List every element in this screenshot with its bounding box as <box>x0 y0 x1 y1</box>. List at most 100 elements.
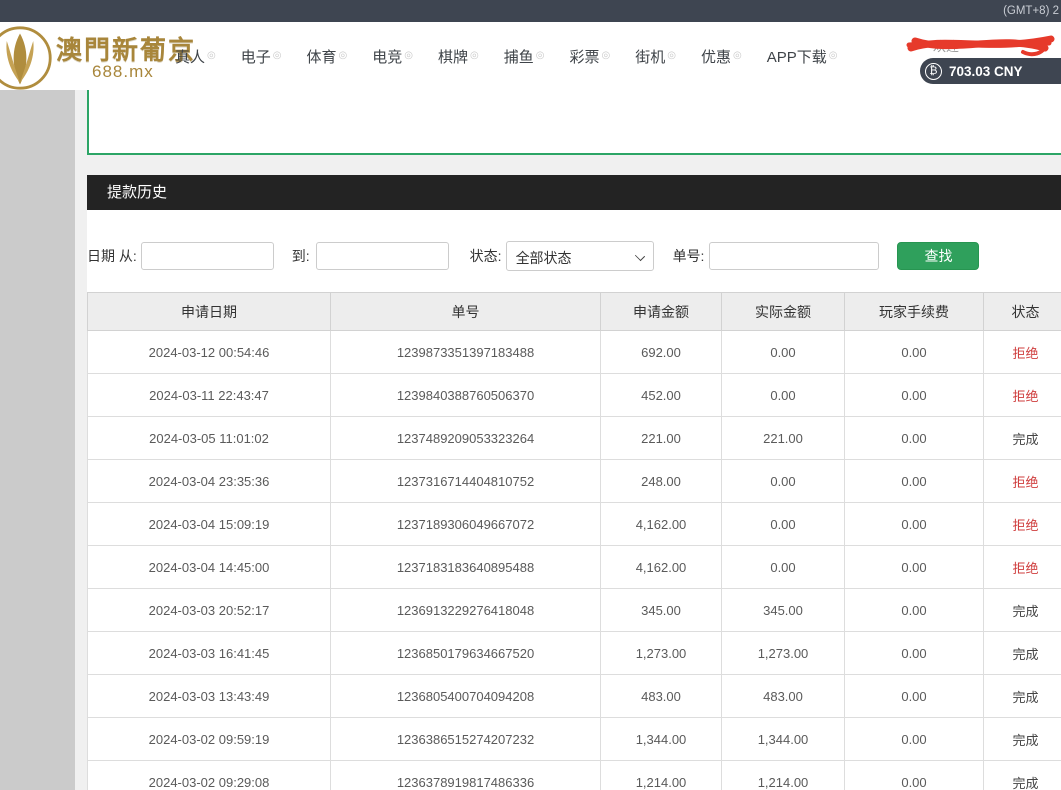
cell-player-fee: 0.00 <box>845 589 984 632</box>
cell-player-fee: 0.00 <box>845 460 984 503</box>
site-logo[interactable]: 澳門新葡京 688.mx <box>0 22 170 90</box>
nav-dropdown-circle-icon: ◎ <box>470 50 479 61</box>
balance-amount: 703.03 CNY <box>949 64 1023 79</box>
cell-actual-amount: 0.00 <box>722 331 845 374</box>
table-row: 2024-03-04 23:35:36 1237316714404810752 … <box>88 460 1061 503</box>
cell-actual-amount: 0.00 <box>722 503 845 546</box>
cell-date: 2024-03-05 11:01:02 <box>88 417 331 460</box>
cell-request-amount: 1,273.00 <box>601 632 722 675</box>
nav-item[interactable]: 街机◎ <box>635 46 676 67</box>
cell-order-no: 1236850179634667520 <box>331 632 601 675</box>
top-bar: (GMT+8) 2 <box>0 0 1061 22</box>
cell-status: 拒绝 <box>984 503 1061 546</box>
balance-pill[interactable]: ₿ 703.03 CNY <box>920 58 1061 84</box>
cell-order-no: 1239840388760506370 <box>331 374 601 417</box>
table-header-cell: 实际金额 <box>722 293 845 331</box>
nav-item[interactable]: 捕鱼◎ <box>504 46 545 67</box>
cell-player-fee: 0.00 <box>845 546 984 589</box>
cell-actual-amount: 483.00 <box>722 675 845 718</box>
cell-request-amount: 345.00 <box>601 589 722 632</box>
cell-date: 2024-03-02 09:29:08 <box>88 761 331 790</box>
section-title-bar: 提款历史 <box>87 175 1061 210</box>
cell-actual-amount: 1,344.00 <box>722 718 845 761</box>
cell-status: 拒绝 <box>984 331 1061 374</box>
nav-item[interactable]: APP下载◎ <box>767 46 838 67</box>
cell-date: 2024-03-04 15:09:19 <box>88 503 331 546</box>
nav-dropdown-circle-icon: ◎ <box>339 50 348 61</box>
nav-item[interactable]: 电子◎ <box>241 46 282 67</box>
table-header-cell: 单号 <box>331 293 601 331</box>
cell-player-fee: 0.00 <box>845 718 984 761</box>
table-header-cell: 申请日期 <box>88 293 331 331</box>
content-area: 提款历史 日期 从: 到: 状态: 全部状态 单号: 查找 <box>0 90 1061 790</box>
table-row: 2024-03-04 15:09:19 1237189306049667072 … <box>88 503 1061 546</box>
table-header-cell: 状态 <box>984 293 1061 331</box>
cell-request-amount: 221.00 <box>601 417 722 460</box>
table-header-row: 申请日期 单号 申请金额 实际金额 玩家手续费 状态 <box>88 293 1061 331</box>
nav-item[interactable]: 棋牌◎ <box>438 46 479 67</box>
cell-status: 拒绝 <box>984 374 1061 417</box>
cell-order-no: 1236378919817486336 <box>331 761 601 790</box>
chevron-down-icon <box>634 251 644 261</box>
cell-date: 2024-03-03 13:43:49 <box>88 675 331 718</box>
table-header-cell: 申请金额 <box>601 293 722 331</box>
nav-item[interactable]: 彩票◎ <box>570 46 611 67</box>
cell-status: 完成 <box>984 718 1061 761</box>
nav-item[interactable]: 电竞◎ <box>372 46 413 67</box>
filter-row: 日期 从: 到: 状态: 全部状态 单号: 查找 <box>87 241 1061 271</box>
lotus-emblem-icon <box>0 24 54 92</box>
main-nav: 真人◎ 电子◎ 体育◎ 电竞◎ 棋牌◎ 捕鱼◎ 彩票◎ <box>175 46 838 67</box>
cell-player-fee: 0.00 <box>845 503 984 546</box>
cell-actual-amount: 221.00 <box>722 417 845 460</box>
cell-request-amount: 248.00 <box>601 460 722 503</box>
cell-actual-amount: 0.00 <box>722 546 845 589</box>
nav-dropdown-circle-icon: ◎ <box>733 50 742 61</box>
withdraw-history-table: 申请日期 单号 申请金额 实际金额 玩家手续费 状态 <box>87 292 1061 790</box>
date-to-input[interactable] <box>316 242 449 270</box>
cell-order-no: 1237316714404810752 <box>331 460 601 503</box>
nav-dropdown-circle-icon: ◎ <box>667 50 676 61</box>
cell-request-amount: 1,344.00 <box>601 718 722 761</box>
cell-order-no: 1236805400704094208 <box>331 675 601 718</box>
cell-player-fee: 0.00 <box>845 331 984 374</box>
table-row: 2024-03-03 16:41:45 1236850179634667520 … <box>88 632 1061 675</box>
cell-request-amount: 483.00 <box>601 675 722 718</box>
cell-date: 2024-03-04 23:35:36 <box>88 460 331 503</box>
nav-item[interactable]: 优惠◎ <box>701 46 742 67</box>
table-row: 2024-03-12 00:54:46 1239873351397183488 … <box>88 331 1061 374</box>
cell-request-amount: 1,214.00 <box>601 761 722 790</box>
status-select[interactable]: 全部状态 <box>506 241 654 271</box>
redaction-scribble <box>903 28 1061 60</box>
order-no-label: 单号: <box>673 246 705 266</box>
logo-domain: 688.mx <box>92 62 154 82</box>
cell-status: 完成 <box>984 761 1061 790</box>
cell-date: 2024-03-04 14:45:00 <box>88 546 331 589</box>
cell-date: 2024-03-12 00:54:46 <box>88 331 331 374</box>
date-from-label: 日期 从: <box>87 246 137 266</box>
table-row: 2024-03-02 09:29:08 1236378919817486336 … <box>88 761 1061 790</box>
cell-order-no: 1237489209053323264 <box>331 417 601 460</box>
nav-dropdown-circle-icon: ◎ <box>536 50 545 61</box>
table-row: 2024-03-03 13:43:49 1236805400704094208 … <box>88 675 1061 718</box>
cell-actual-amount: 1,214.00 <box>722 761 845 790</box>
nav-item[interactable]: 真人◎ <box>175 46 216 67</box>
nav-dropdown-circle-icon: ◎ <box>602 50 611 61</box>
order-no-input[interactable] <box>709 242 879 270</box>
cell-request-amount: 4,162.00 <box>601 503 722 546</box>
cell-player-fee: 0.00 <box>845 374 984 417</box>
cell-request-amount: 4,162.00 <box>601 546 722 589</box>
nav-item[interactable]: 体育◎ <box>307 46 348 67</box>
table-row: 2024-03-04 14:45:00 1237183183640895488 … <box>88 546 1061 589</box>
cell-actual-amount: 0.00 <box>722 374 845 417</box>
nav-dropdown-circle-icon: ◎ <box>207 50 216 61</box>
nav-dropdown-circle-icon: ◎ <box>404 50 413 61</box>
cell-order-no: 1239873351397183488 <box>331 331 601 374</box>
table-header-cell: 玩家手续费 <box>845 293 984 331</box>
cell-date: 2024-03-11 22:43:47 <box>88 374 331 417</box>
withdraw-form-panel <box>87 90 1061 155</box>
cell-date: 2024-03-03 20:52:17 <box>88 589 331 632</box>
cell-date: 2024-03-02 09:59:19 <box>88 718 331 761</box>
date-to-label: 到: <box>292 246 310 266</box>
date-from-input[interactable] <box>141 242 274 270</box>
search-button[interactable]: 查找 <box>897 242 979 270</box>
